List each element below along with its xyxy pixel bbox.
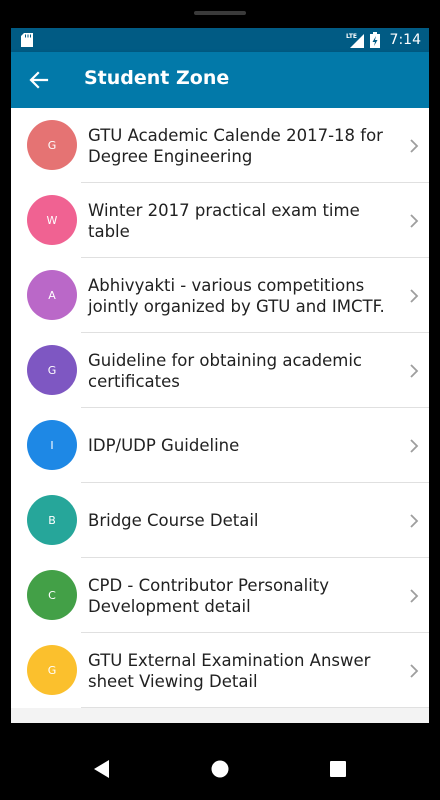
navigation-bar [0, 723, 440, 800]
avatar: A [27, 270, 77, 320]
list-item-title: Bridge Course Detail [88, 511, 259, 530]
list-item[interactable]: G GTU Academic Calende 2017-18 for Degre… [11, 108, 429, 183]
list-item[interactable]: C CPD - Contributor Personality Developm… [11, 558, 429, 633]
list-item[interactable]: G GTU External Examination Answer sheet … [11, 633, 429, 708]
avatar: B [27, 495, 77, 545]
chevron-right-icon [410, 514, 419, 528]
page-title: Student Zone [84, 67, 230, 89]
lte-signal-icon: LTE [346, 33, 364, 48]
list-item[interactable]: W Winter 2017 practical exam time table [11, 183, 429, 258]
phone-screen: LTE 7:14 Student Zone G GTU Academic Cal… [11, 28, 429, 723]
back-button[interactable] [23, 64, 55, 96]
chevron-right-icon [410, 139, 419, 153]
arrow-back-icon [29, 71, 49, 89]
avatar: G [27, 120, 77, 170]
app-bar: Student Zone [11, 52, 429, 108]
chevron-right-icon [410, 364, 419, 378]
nav-recents-button[interactable] [320, 751, 356, 787]
list-item-title: Guideline for obtaining academic certifi… [88, 350, 363, 391]
chevron-right-icon [410, 214, 419, 228]
sd-card-icon [21, 33, 33, 47]
list-item-title: Winter 2017 practical exam time table [88, 200, 360, 241]
list-item[interactable]: B Bridge Course Detail [11, 483, 429, 558]
nav-home-icon [211, 760, 229, 778]
list-item-title: Abhivyakti - various competitions jointl… [88, 275, 385, 316]
list-item-title: CPD - Contributor Personality Developmen… [88, 575, 330, 616]
nav-home-button[interactable] [202, 751, 238, 787]
status-time: 7:14 [389, 32, 421, 48]
device-bezel-top [0, 0, 440, 28]
list-item[interactable]: I IDP/UDP Guideline [11, 408, 429, 483]
avatar: G [27, 345, 77, 395]
battery-charging-icon [369, 32, 380, 48]
divider [81, 707, 429, 708]
nav-recents-icon [330, 761, 346, 777]
list-item-title: IDP/UDP Guideline [88, 436, 240, 455]
chevron-right-icon [410, 289, 419, 303]
avatar: W [27, 195, 77, 245]
speaker-grille [194, 11, 246, 15]
chevron-right-icon [410, 439, 419, 453]
nav-back-button[interactable] [84, 751, 120, 787]
chevron-right-icon [410, 589, 419, 603]
avatar: C [27, 570, 77, 620]
avatar: G [27, 645, 77, 695]
list-item[interactable]: A Abhivyakti - various competitions join… [11, 258, 429, 333]
nav-back-icon [94, 760, 109, 778]
lte-label: LTE [346, 33, 357, 40]
list-item-title: GTU Academic Calende 2017-18 for Degree … [88, 125, 383, 166]
chevron-right-icon [410, 664, 419, 678]
avatar: I [27, 420, 77, 470]
list-item[interactable]: G Guideline for obtaining academic certi… [11, 333, 429, 408]
status-bar: LTE 7:14 [11, 28, 429, 52]
list-item-title: GTU External Examination Answer sheet Vi… [88, 650, 371, 691]
student-zone-list: G GTU Academic Calende 2017-18 for Degre… [11, 108, 429, 708]
